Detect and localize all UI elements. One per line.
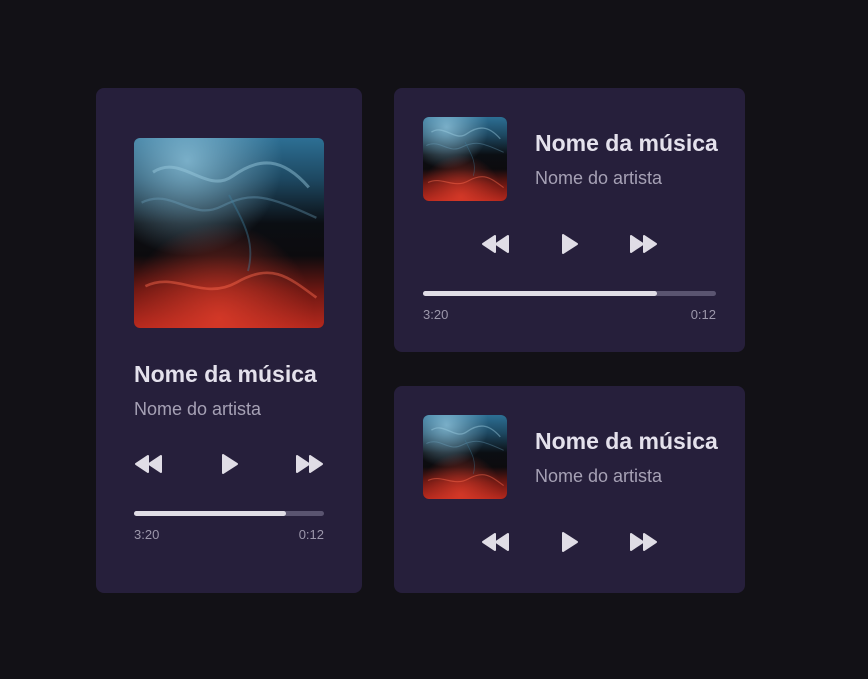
play-icon <box>562 532 578 552</box>
play-button[interactable] <box>213 452 245 476</box>
album-art <box>423 415 507 499</box>
rewind-icon <box>482 235 509 253</box>
artist-name: Nome do artista <box>535 466 663 486</box>
fast-forward-button[interactable] <box>627 232 659 256</box>
fast-forward-button[interactable] <box>293 452 325 476</box>
progress-fill <box>423 291 658 296</box>
elapsed-time: 3:20 <box>423 307 449 322</box>
fast-forward-icon <box>296 455 323 473</box>
rewind-button[interactable] <box>480 232 512 256</box>
rewind-button[interactable] <box>133 452 165 476</box>
player-card-large: Nome da música Nome do artista 3:20 0:12 <box>96 88 362 593</box>
fast-forward-button[interactable] <box>627 530 659 554</box>
song-title: Nome da música <box>535 428 718 454</box>
fast-forward-icon <box>630 235 657 253</box>
rewind-icon <box>482 533 509 551</box>
play-icon <box>222 454 238 474</box>
progress-bar[interactable] <box>423 291 716 296</box>
player-card-minimal: Nome da música Nome do artista <box>394 386 745 593</box>
rewind-icon <box>135 455 162 473</box>
remaining-time: 0:12 <box>690 307 716 322</box>
album-art <box>423 117 507 201</box>
play-button[interactable] <box>553 232 585 256</box>
elapsed-time: 3:20 <box>134 527 160 542</box>
song-title: Nome da música <box>535 130 718 156</box>
artist-name: Nome do artista <box>535 168 663 188</box>
progress-bar[interactable] <box>134 511 324 516</box>
play-icon <box>562 234 578 254</box>
song-title: Nome da música <box>134 361 317 387</box>
remaining-time: 0:12 <box>298 527 324 542</box>
artist-name: Nome do artista <box>134 399 262 419</box>
album-art <box>134 138 324 328</box>
play-button[interactable] <box>553 530 585 554</box>
fast-forward-icon <box>630 533 657 551</box>
rewind-button[interactable] <box>480 530 512 554</box>
progress-fill <box>134 511 286 516</box>
player-card-compact: Nome da música Nome do artista 3:20 0:12 <box>394 88 745 352</box>
